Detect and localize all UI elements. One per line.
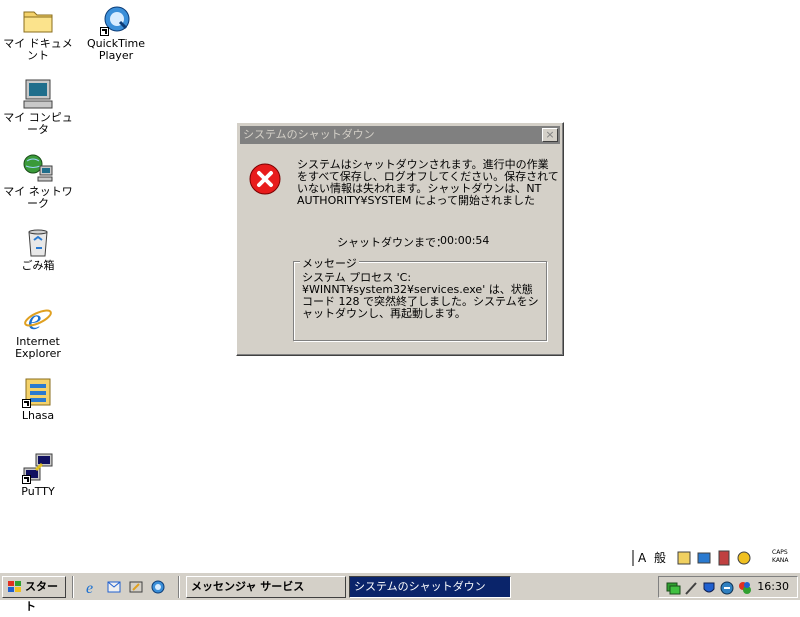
taskbar-separator [178,576,180,598]
desktop-icon-label: QuickTime Player [86,37,146,62]
system-tray: 16:30 [658,576,798,598]
shutdown-dialog: システムのシャットダウン × システムはシャットダウンされます。進行中の作業をす… [236,122,564,356]
taskbar: スタート e メッセンジャ サービス システムのシャットダウン 16:30 [0,572,800,613]
desktop-icon-label: Internet Explorer [15,335,61,360]
tray-security-icon[interactable] [701,580,717,596]
caps-indicator: CAPS [772,549,788,556]
desktop-icon-label: ごみ箱 [21,259,55,272]
desktop-icon-my-computer[interactable]: マイ コンピュータ [0,78,76,136]
putty-icon [22,452,54,484]
shortcut-arrow-icon [22,475,31,484]
folder-icon [22,4,54,36]
shortcut-arrow-icon [100,27,109,36]
ime-pad-icon[interactable] [676,548,692,568]
windows-logo-icon [7,580,23,594]
kana-indicator: KANA [772,557,789,564]
ime-dictionary-icon[interactable] [716,548,732,568]
network-icon [22,152,54,184]
quicklaunch-show-desktop-icon[interactable] [128,579,144,595]
lhasa-icon [22,376,54,408]
tray-network-icon[interactable] [665,580,681,596]
desktop-icon-label: マイ ネットワーク [3,185,73,210]
shutdown-message: システムはシャットダウンされます。進行中の作業をすべて保存し、ログオフしてくださ… [297,158,559,207]
desktop-icon-lhasa[interactable]: Lhasa [0,376,76,422]
shortcut-arrow-icon [22,399,31,408]
desktop-icon-label: マイ ドキュメント [3,37,73,62]
desktop-icon-label: マイ コンピュータ [3,111,73,136]
taskbar-separator [72,576,74,598]
svg-text:e: e [86,580,93,595]
quicklaunch-ie-icon[interactable]: e [84,579,100,597]
countdown-value: 00:00:54 [440,234,490,247]
svg-text:e: e [28,303,41,334]
internet-explorer-icon: e [22,302,54,336]
ime-properties-icon[interactable] [736,548,752,568]
langbar-handle[interactable] [630,548,636,568]
dialog-titlebar[interactable]: システムのシャットダウン × [240,126,560,144]
desktop-icon-label: Lhasa [21,409,55,422]
ime-tool-icon[interactable] [696,548,712,568]
desktop-icon-internet-explorer[interactable]: e Internet Explorer [0,302,76,360]
computer-icon [22,78,54,110]
close-button[interactable]: × [542,128,558,142]
groupbox-label: メッセージ [300,255,359,271]
taskbar-clock[interactable]: 16:30 [757,577,789,597]
countdown-label: シャットダウンまで： [337,236,447,249]
start-label: スタート [25,580,58,613]
tray-volume-icon[interactable] [719,580,735,596]
close-icon: × [545,128,555,141]
desktop-icon-label: PuTTY [21,485,55,498]
dialog-title: システムのシャットダウン [243,128,375,141]
desktop-icon-my-network[interactable]: マイ ネットワーク [0,152,76,210]
desktop-icon-putty[interactable]: PuTTY [0,452,76,498]
quicklaunch-outlook-icon[interactable] [106,579,122,595]
task-button-messenger-service[interactable]: メッセンジャ サービス [186,576,346,598]
quicklaunch-quicktime-icon[interactable] [150,579,166,595]
error-icon [249,163,281,195]
desktop-icon-quicktime[interactable]: QuickTime Player [78,4,154,62]
language-bar: A 般 CAPS KANA [630,546,800,570]
desktop-icon-recycle-bin[interactable]: ごみ箱 [0,226,76,272]
start-button[interactable]: スタート [2,576,66,613]
recycle-bin-icon [22,226,54,258]
tray-pen-icon[interactable] [683,580,699,596]
tray-colorful-icon[interactable] [737,580,753,596]
langbar-mode-a[interactable]: A [638,548,652,568]
langbar-mode-kanji[interactable]: 般 [654,548,672,568]
desktop-icon-my-documents[interactable]: マイ ドキュメント [0,4,76,62]
caps-kana-indicator: CAPS KANA [772,549,798,569]
task-button-system-shutdown[interactable]: システムのシャットダウン [349,576,511,598]
quicktime-icon [100,4,132,36]
groupbox-message: システム プロセス 'C:¥WINNT¥system32¥services.ex… [302,271,539,320]
message-groupbox: メッセージ システム プロセス 'C:¥WINNT¥system32¥servi… [293,255,547,341]
